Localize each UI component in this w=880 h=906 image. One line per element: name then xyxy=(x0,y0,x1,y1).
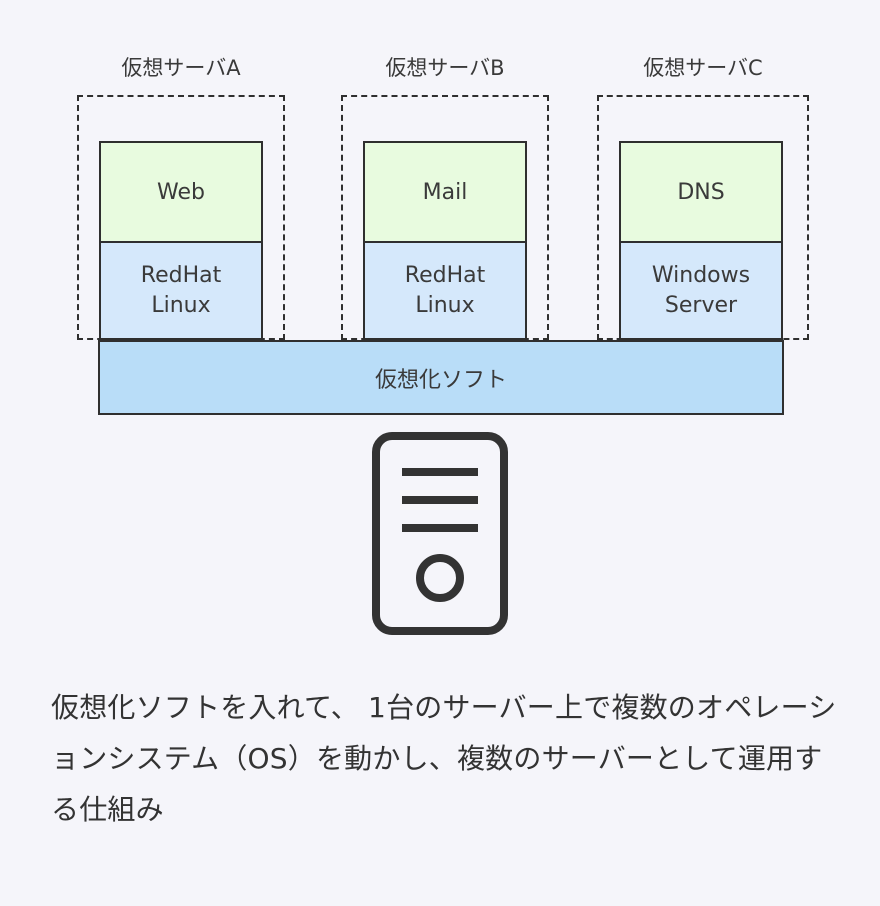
server-tower-icon xyxy=(372,432,508,635)
virtual-server-b-application[interactable]: Mail xyxy=(365,143,525,243)
virtual-server-c-application[interactable]: DNS xyxy=(621,143,781,243)
virtual-server-c-os[interactable]: Windows Server xyxy=(621,243,781,338)
virtual-server-a-os[interactable]: RedHat Linux xyxy=(101,243,261,338)
virtual-server-b-caption: 仮想サーバB xyxy=(385,56,505,80)
virtual-server-b-os[interactable]: RedHat Linux xyxy=(365,243,525,338)
description-text: 仮想化ソフトを入れて、 1台のサーバー上で複数のオペレーションシステム（OS）を… xyxy=(51,691,837,826)
diagram-canvas: 仮想サーバA Web RedHat Linux 仮想サーバB Mail RedH… xyxy=(0,0,880,906)
virtual-server-c-stack[interactable]: DNS Windows Server xyxy=(619,141,783,340)
virtual-server-c-caption: 仮想サーバC xyxy=(643,56,763,80)
virtual-server-a-caption: 仮想サーバA xyxy=(121,56,241,80)
virtual-server-b-stack[interactable]: Mail RedHat Linux xyxy=(363,141,527,340)
virtual-server-a-application[interactable]: Web xyxy=(101,143,261,243)
virtual-server-a-stack[interactable]: Web RedHat Linux xyxy=(99,141,263,340)
virtualization-software-bar[interactable]: 仮想化ソフト xyxy=(98,340,784,415)
